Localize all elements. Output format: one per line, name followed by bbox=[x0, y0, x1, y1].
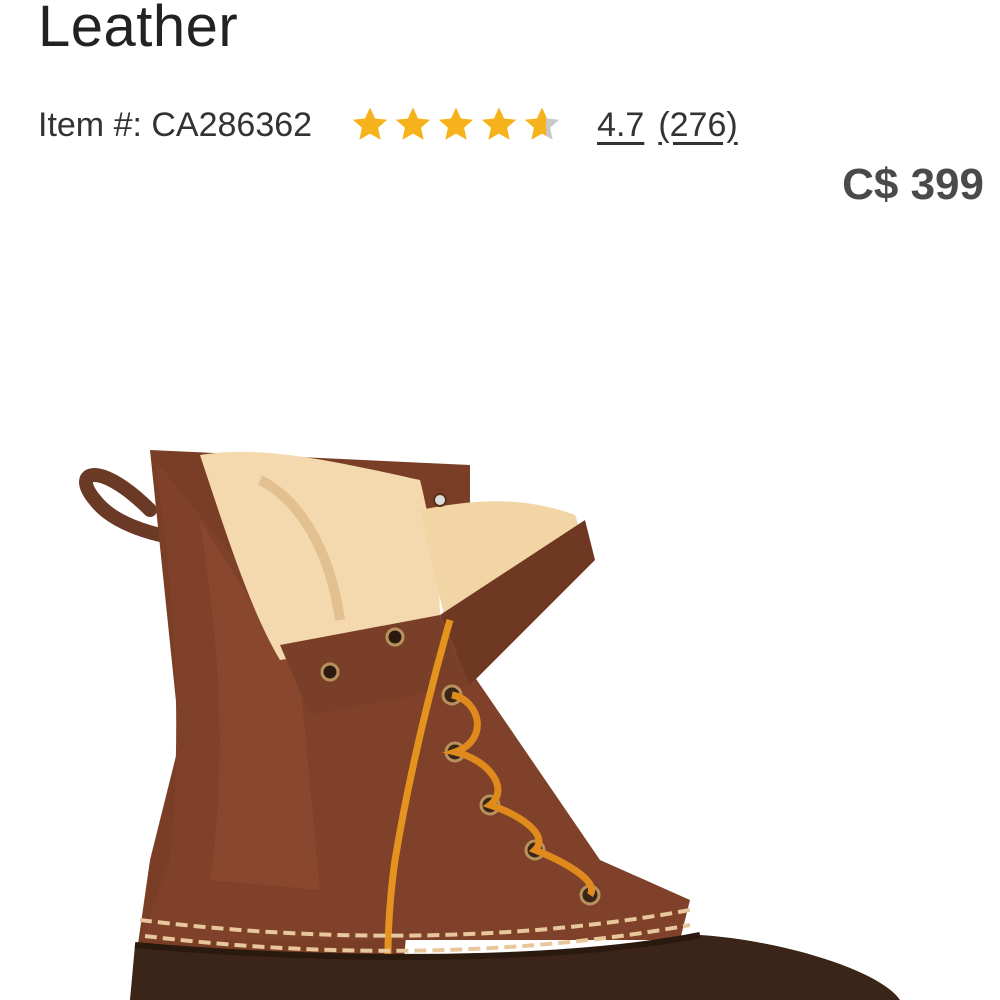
rating-value-link[interactable]: 4.7 bbox=[597, 106, 644, 145]
review-count-link[interactable]: (276) bbox=[658, 106, 737, 145]
star-icon bbox=[481, 107, 517, 140]
star-icon bbox=[438, 107, 474, 140]
product-price: C$ 399 bbox=[842, 160, 984, 209]
product-title: Leather bbox=[38, 0, 239, 59]
item-number: Item #: CA286362 bbox=[38, 105, 313, 144]
product-boot-image bbox=[79, 450, 900, 1000]
product-meta-row: Item #: CA286362 4.7 (276) bbox=[38, 100, 738, 150]
star-icon bbox=[395, 107, 431, 140]
star-icon bbox=[352, 107, 388, 140]
star-half-icon bbox=[524, 107, 560, 140]
star-rating[interactable] bbox=[348, 104, 563, 146]
